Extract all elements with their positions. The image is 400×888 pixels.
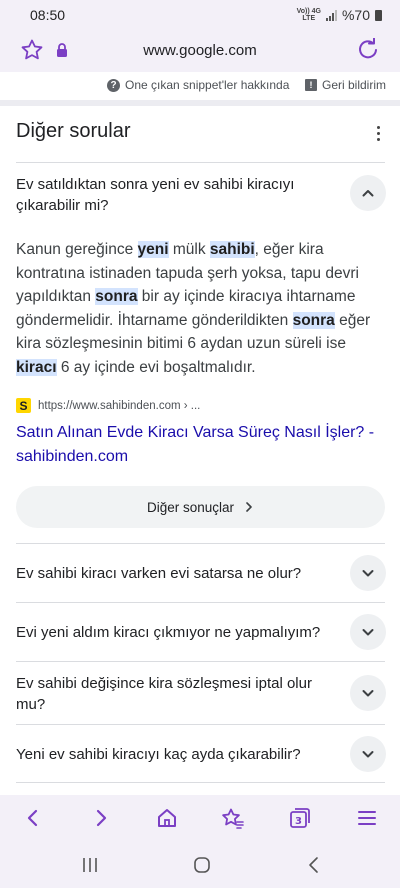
question-item[interactable]: Ev sahibi değişince kira sözleşmesi ipta…: [16, 673, 326, 715]
battery-level: %70: [341, 7, 370, 23]
site-favicon: S: [16, 398, 31, 413]
about-snippets-link[interactable]: ? One çıkan snippet'ler hakkında: [107, 78, 289, 92]
url-text[interactable]: www.google.com: [0, 42, 400, 59]
question-item[interactable]: Ev sahibi kiracı varken evi satarsa ne o…: [16, 563, 326, 584]
feedback-icon: !: [305, 79, 317, 91]
section-separator: [0, 100, 400, 106]
expand-button[interactable]: [350, 614, 386, 650]
bookmarks-icon[interactable]: [220, 805, 246, 831]
collapse-button[interactable]: [350, 175, 386, 211]
divider: [16, 162, 385, 163]
about-snippets-label: One çıkan snippet'ler hakkında: [125, 78, 290, 92]
status-indicators: Vo)) 4G LTE %70: [297, 7, 382, 23]
question-item[interactable]: Evi yeni aldım kiracı çıkmıyor ne yapmal…: [16, 622, 346, 643]
network-type: Vo)) 4G LTE: [296, 8, 321, 22]
chevron-down-icon: [362, 629, 374, 636]
signal-icon: [325, 9, 337, 21]
divider: [16, 661, 385, 662]
result-title-link[interactable]: Satın Alınan Evde Kiracı Varsa Süreç Nas…: [16, 421, 376, 469]
feedback-link[interactable]: ! Geri bildirim: [305, 78, 386, 92]
more-results-label: Diğer sonuçlar: [146, 499, 235, 515]
expanded-question[interactable]: Ev satıldıktan sonra yeni ev sahibi kira…: [16, 174, 326, 216]
feedback-label: Geri bildirim: [322, 78, 387, 92]
divider: [16, 602, 385, 603]
back-icon[interactable]: [20, 805, 46, 831]
battery-icon: [375, 9, 382, 21]
reload-icon[interactable]: [356, 37, 380, 62]
chevron-up-icon: [362, 190, 374, 197]
answer-text: Kanun gereğince yeni mülk sahibi, eğer k…: [16, 241, 371, 376]
menu-icon[interactable]: [354, 805, 380, 831]
status-bar: 08:50 Vo)) 4G LTE %70: [0, 0, 400, 30]
home-icon[interactable]: [154, 805, 180, 831]
expand-button[interactable]: [350, 736, 386, 772]
chevron-down-icon: [362, 751, 374, 758]
snippet-info-row: ? One çıkan snippet'ler hakkında ! Geri …: [0, 72, 400, 98]
expand-button[interactable]: [350, 675, 386, 711]
address-bar: www.google.com: [0, 30, 400, 72]
forward-icon[interactable]: [88, 805, 114, 831]
more-options-icon[interactable]: [370, 122, 386, 144]
browser-bottom-nav: 3: [0, 795, 400, 840]
system-nav-bar: [0, 840, 400, 888]
source-row[interactable]: S https://www.sahibinden.com › ...: [16, 398, 200, 413]
more-results-button[interactable]: Diğer sonuçlar: [16, 486, 385, 528]
divider: [16, 782, 385, 783]
help-icon: ?: [107, 78, 120, 92]
chevron-down-icon: [362, 690, 374, 697]
back-button-icon[interactable]: [303, 854, 325, 876]
recent-apps-icon[interactable]: [79, 854, 101, 876]
tab-count: 3: [295, 816, 302, 827]
section-title: Diğer sorular: [16, 120, 131, 142]
divider: [16, 543, 385, 544]
status-time: 08:50: [30, 7, 66, 23]
source-url: https://www.sahibinden.com › ...: [38, 399, 201, 412]
chevron-down-icon: [362, 570, 374, 577]
home-button-icon[interactable]: [191, 854, 213, 876]
question-item[interactable]: Yeni ev sahibi kiracıyı kaç ayda çıkarab…: [16, 744, 326, 765]
divider: [16, 724, 385, 725]
tabs-icon[interactable]: 3: [287, 805, 313, 831]
chevron-right-icon: [246, 502, 252, 512]
expand-button[interactable]: [350, 555, 386, 591]
